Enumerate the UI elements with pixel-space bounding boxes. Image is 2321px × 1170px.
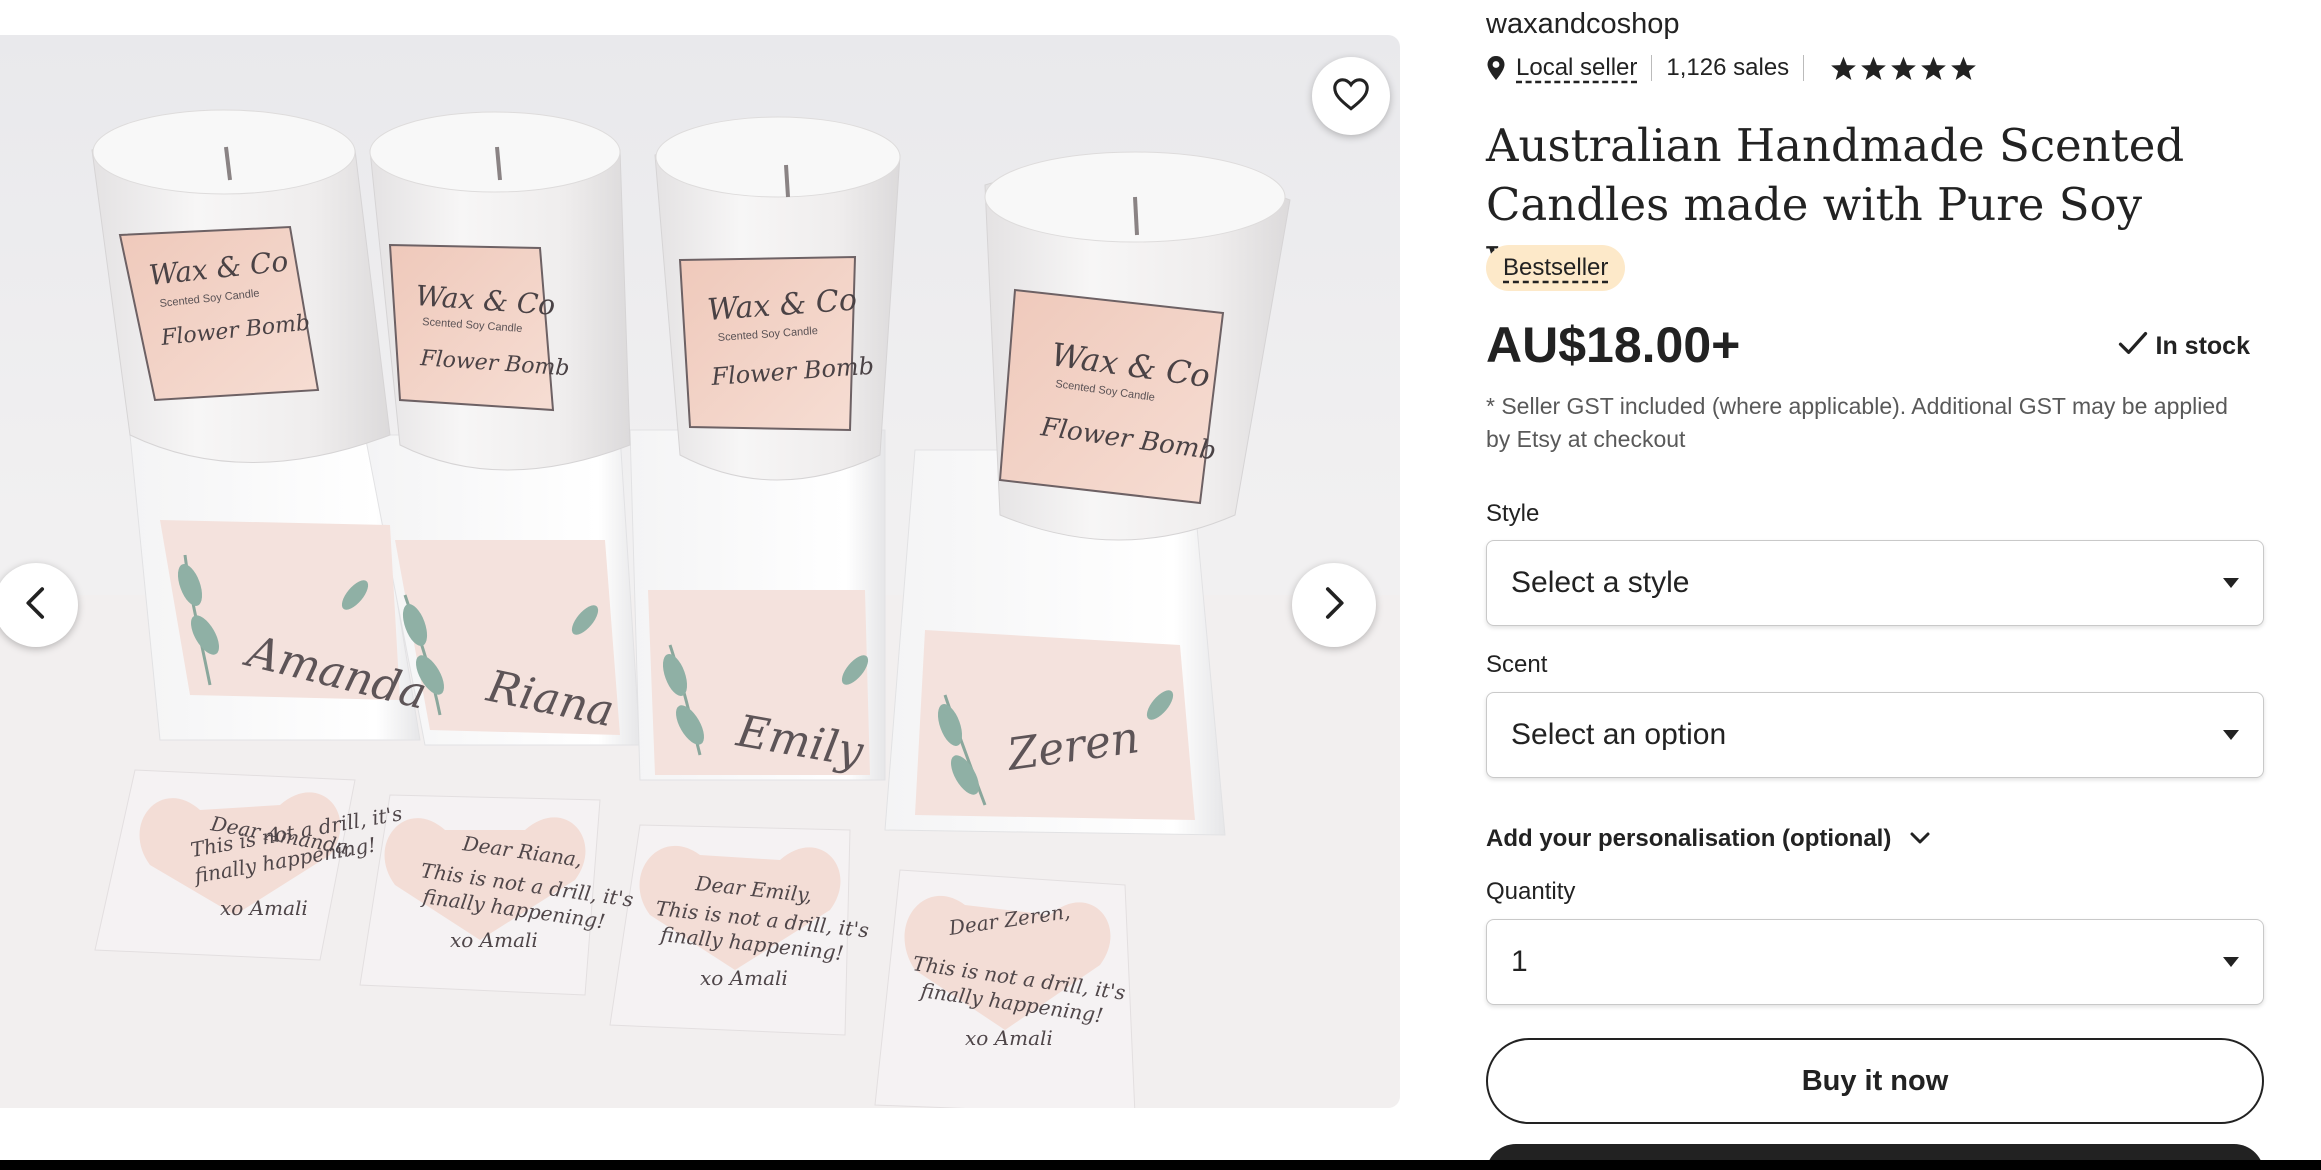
card-sign-1: xo Amali <box>450 928 538 952</box>
star-icon <box>1860 55 1887 82</box>
personalisation-toggle[interactable]: Add your personalisation (optional) <box>1486 823 1931 855</box>
chevron-down-icon <box>1891 825 1931 853</box>
divider <box>1803 55 1805 81</box>
card-sign-3: xo Amali <box>965 1026 1053 1050</box>
map-pin-icon <box>1486 55 1506 81</box>
favorite-button[interactable] <box>1312 57 1390 135</box>
listing-price: AU$18.00+ <box>1486 317 1741 373</box>
style-select[interactable]: Select a style <box>1486 540 2264 626</box>
shop-name-link[interactable]: waxandcoshop <box>1486 8 1679 41</box>
chevron-right-icon <box>1321 586 1347 625</box>
scent-select[interactable]: Select an option <box>1486 692 2264 778</box>
caret-down-icon <box>2223 578 2239 588</box>
star-rating[interactable] <box>1830 55 1977 82</box>
caret-down-icon <box>2223 957 2239 967</box>
local-seller-link[interactable]: Local seller <box>1516 54 1637 82</box>
card-sign-0: xo Amali <box>220 896 308 920</box>
bottom-bar <box>0 1160 2321 1170</box>
next-image-button[interactable] <box>1292 563 1376 647</box>
bestseller-badge-label: Bestseller <box>1503 254 1609 281</box>
style-label: Style <box>1486 500 1540 527</box>
chevron-left-icon <box>23 586 49 625</box>
stock-status: In stock <box>2118 330 2250 363</box>
star-icon <box>1950 55 1977 82</box>
caret-down-icon <box>2223 730 2239 740</box>
product-photo: Amanda Riana Emily Zeren Dear Amanda, Th… <box>0 35 1400 1108</box>
stock-status-label: In stock <box>2155 332 2250 360</box>
card-sign-2: xo Amali <box>700 966 788 990</box>
buy-it-now-button[interactable]: Buy it now <box>1486 1038 2264 1124</box>
sales-count: 1,126 sales <box>1666 54 1790 81</box>
quantity-label: Quantity <box>1486 878 1576 905</box>
style-select-value: Select a style <box>1511 566 1690 599</box>
quantity-select[interactable]: 1 <box>1486 919 2264 1005</box>
star-icon <box>1830 55 1857 82</box>
check-icon <box>2118 330 2156 363</box>
shop-meta-row: Local seller 1,126 sales <box>1486 52 1977 84</box>
heart-icon <box>1332 77 1370 116</box>
personalisation-label: Add your personalisation (optional) <box>1486 825 1892 852</box>
quantity-select-value: 1 <box>1511 945 1528 978</box>
product-image-gallery[interactable]: Amanda Riana Emily Zeren Dear Amanda, Th… <box>0 35 1400 1108</box>
scent-label: Scent <box>1486 651 1548 678</box>
star-icon <box>1920 55 1947 82</box>
scent-select-value: Select an option <box>1511 718 1727 751</box>
divider <box>1651 55 1653 81</box>
star-icon <box>1890 55 1917 82</box>
bestseller-badge[interactable]: Bestseller <box>1486 245 1626 291</box>
gst-note: * Seller GST included (where applicable)… <box>1486 393 2228 452</box>
